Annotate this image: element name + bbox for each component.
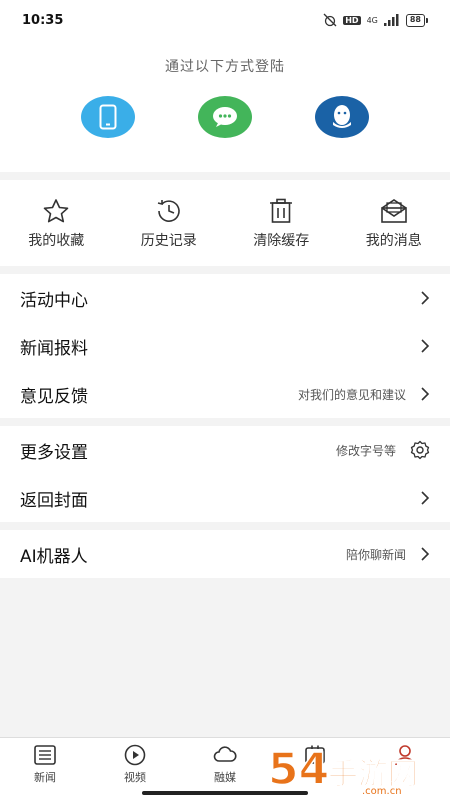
login-title: 通过以下方式登陆 xyxy=(165,59,285,75)
history-icon xyxy=(157,200,180,222)
star-icon xyxy=(43,199,69,223)
feedback-label: 意见反馈 xyxy=(20,386,88,407)
activity-center-label: 活动中心 xyxy=(20,290,88,311)
gear-icon xyxy=(410,440,430,460)
feedback-row[interactable]: 意见反馈 对我们的意见和建议 xyxy=(0,370,450,418)
tab-news[interactable]: 新闻 xyxy=(0,738,90,800)
watermark-domain: .com.cn xyxy=(362,786,402,796)
quick-actions: 我的收藏 历史记录 清除缓存 我的消息 xyxy=(0,180,450,266)
hd-badge: HD xyxy=(343,15,361,25)
return-cover-row[interactable]: 返回封面 xyxy=(0,474,450,522)
chevron-right-icon xyxy=(421,387,430,401)
feedback-hint: 对我们的意见和建议 xyxy=(297,387,406,402)
status-bar: 10:35 HD 4G 88 xyxy=(0,0,450,40)
video-icon xyxy=(124,744,146,766)
tab-media-label: 融媒 xyxy=(214,771,236,784)
more-settings-row[interactable]: 更多设置 修改字号等 xyxy=(0,426,450,474)
ai-robot-hint: 陪你聊新闻 xyxy=(345,547,406,562)
wechat-login-button[interactable] xyxy=(198,96,252,138)
messages-button[interactable]: 我的消息 xyxy=(338,180,450,266)
alarm-off-icon xyxy=(323,13,337,27)
qq-icon xyxy=(333,105,351,128)
wechat-icon xyxy=(213,107,237,127)
history-label: 历史记录 xyxy=(140,233,197,249)
cloud-icon xyxy=(213,746,237,762)
news-tip-label: 新闻报料 xyxy=(20,338,88,359)
qq-login-button[interactable] xyxy=(315,96,369,138)
history-button[interactable]: 历史记录 xyxy=(113,180,226,266)
signal-icon xyxy=(383,14,399,26)
ai-robot-row[interactable]: AI机器人 陪你聊新闻 xyxy=(0,530,450,578)
network-type: 4G xyxy=(366,15,378,25)
more-settings-label: 更多设置 xyxy=(20,442,88,463)
favorites-button[interactable]: 我的收藏 xyxy=(0,180,113,266)
ai-robot-label: AI机器人 xyxy=(20,546,88,567)
status-time: 10:35 xyxy=(22,12,64,28)
clear-cache-label: 清除缓存 xyxy=(253,233,310,249)
site-watermark: 54 手游网 .com.cn xyxy=(267,743,418,796)
more-settings-hint: 修改字号等 xyxy=(335,443,396,458)
menu-group-3: AI机器人 陪你聊新闻 xyxy=(0,530,450,578)
chevron-right-icon xyxy=(421,291,430,305)
trash-icon xyxy=(270,198,293,223)
favorites-label: 我的收藏 xyxy=(28,233,85,249)
return-cover-label: 返回封面 xyxy=(20,490,88,511)
chevron-right-icon xyxy=(421,339,430,353)
phone-icon xyxy=(99,104,117,130)
menu-group-2: 更多设置 修改字号等 返回封面 xyxy=(0,426,450,522)
login-section: 通过以下方式登陆 xyxy=(0,40,450,172)
tab-news-label: 新闻 xyxy=(34,771,56,784)
news-icon xyxy=(34,745,56,765)
watermark-number: 54 xyxy=(268,744,329,795)
status-icons: HD 4G 88 xyxy=(323,13,428,27)
battery-tip xyxy=(426,17,428,23)
chevron-right-icon xyxy=(421,547,430,561)
messages-label: 我的消息 xyxy=(365,233,422,249)
battery-indicator: 88 xyxy=(405,13,428,27)
chevron-right-icon xyxy=(421,491,430,505)
mail-icon xyxy=(380,199,407,223)
clear-cache-button[interactable]: 清除缓存 xyxy=(225,180,338,266)
menu-group-1: 活动中心 新闻报料 意见反馈 对我们的意见和建议 xyxy=(0,274,450,418)
battery-level: 88 xyxy=(405,13,425,27)
activity-center-row[interactable]: 活动中心 xyxy=(0,274,450,322)
news-tip-row[interactable]: 新闻报料 xyxy=(0,322,450,370)
tab-video-label: 视频 xyxy=(124,771,146,784)
phone-login-button[interactable] xyxy=(81,96,135,138)
